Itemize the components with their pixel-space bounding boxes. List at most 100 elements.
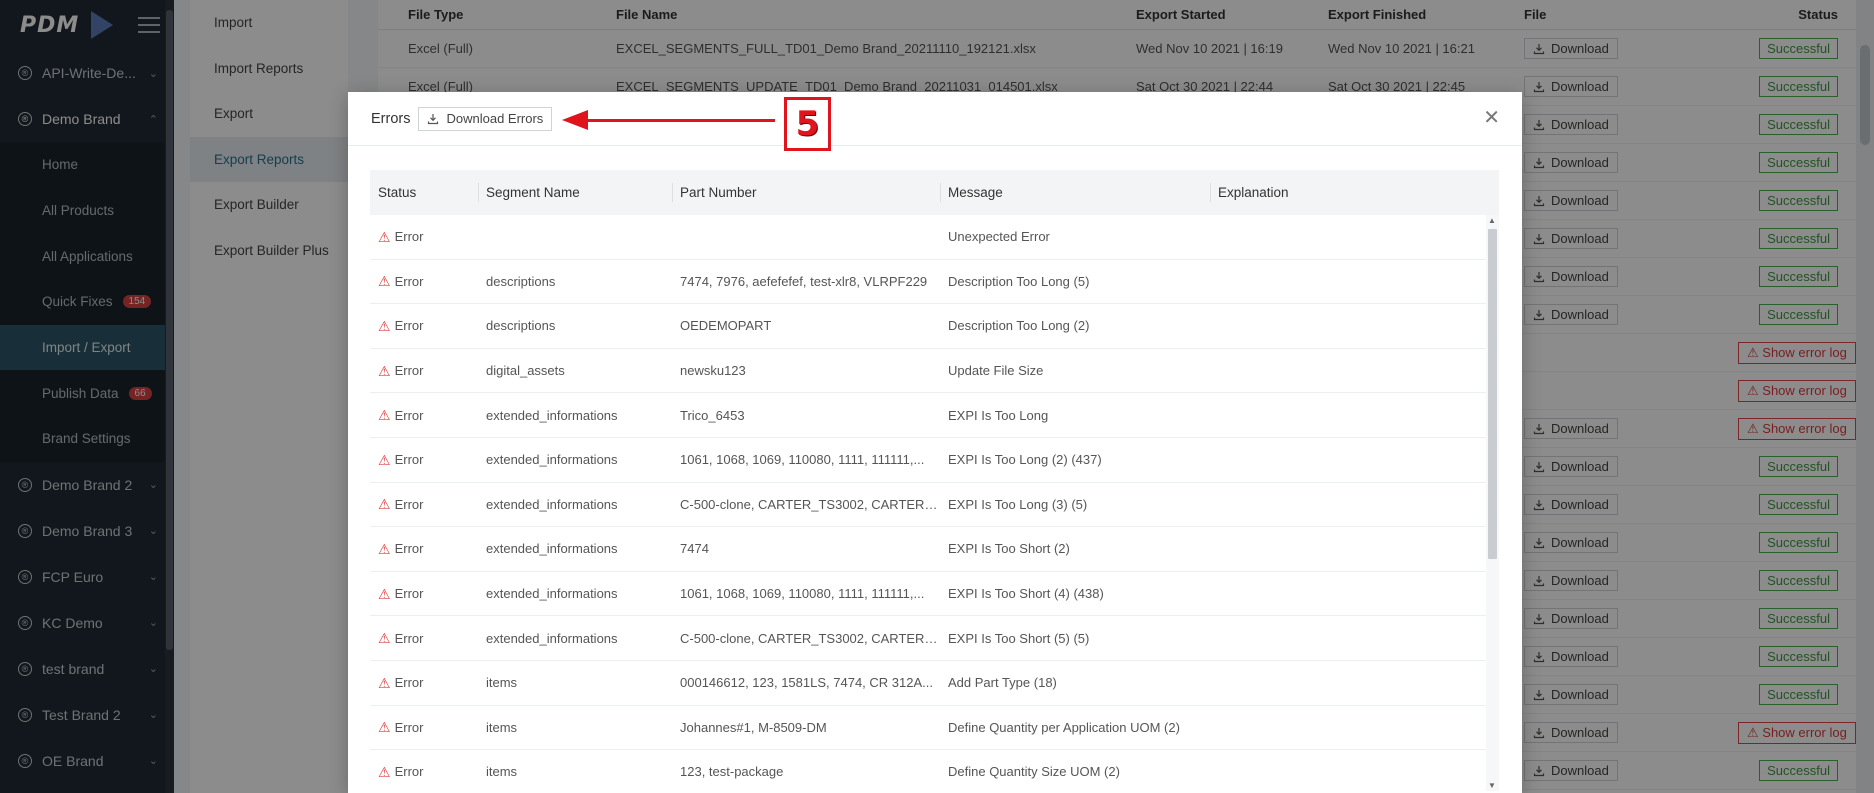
- status-label: Error: [394, 273, 424, 289]
- message-cell: Define Quantity Size UOM (2): [948, 764, 1120, 780]
- error-row: ⚠ Error extended_informations 1061, 1068, 1…: [370, 438, 1499, 483]
- segment-cell: digital_assets: [486, 363, 565, 379]
- status-label: Error: [394, 630, 424, 646]
- warning-icon: ⚠: [378, 452, 391, 468]
- segment-cell: descriptions: [486, 273, 556, 289]
- segment-cell: items: [486, 719, 518, 735]
- warning-icon: ⚠: [378, 273, 391, 289]
- message-cell: EXPI Is Too Short (5) (5): [948, 630, 1090, 646]
- error-row: ⚠ Error extended_informations Trico_6453 EXP…: [370, 393, 1499, 438]
- status-label: Error: [394, 496, 424, 512]
- message-cell: Define Quantity per Application UOM (2): [948, 719, 1180, 735]
- warning-icon: ⚠: [378, 541, 391, 557]
- errors-modal: Errors Download Errors ✕ Status Segment …: [348, 92, 1522, 793]
- part-number-cell: C-500-clone, CARTER_TS3002, CARTER_...: [680, 630, 940, 646]
- errors-table: Status Segment Name Part Number Message …: [370, 170, 1499, 791]
- part-number-cell: 7474: [680, 541, 709, 557]
- status-label: Error: [394, 363, 424, 379]
- part-number-cell: Trico_6453: [680, 407, 745, 423]
- warning-icon: ⚠: [378, 318, 391, 334]
- error-row: ⚠ Error items 000146612, 123, 1581LS, 7474,…: [370, 661, 1499, 706]
- col-message: Message: [940, 170, 1210, 215]
- error-row: ⚠ Error items 123, test-package Define Quant…: [370, 750, 1499, 791]
- message-cell: EXPI Is Too Long: [948, 407, 1049, 423]
- warning-icon: ⚠: [378, 363, 391, 379]
- part-number-cell: newsku123: [680, 363, 746, 379]
- message-cell: Update File Size: [948, 363, 1044, 379]
- message-cell: Add Part Type (18): [948, 675, 1057, 691]
- segment-cell: descriptions: [486, 318, 556, 334]
- error-row: ⚠ Error extended_informations C-500-clone, …: [370, 483, 1499, 528]
- warning-icon: ⚠: [378, 675, 391, 691]
- status-label: Error: [394, 229, 424, 245]
- annotation-arrow-head: [562, 110, 588, 130]
- part-number-cell: 7474, 7976, aefefefef, test-xlr8, VLRPF2…: [680, 273, 928, 289]
- scroll-up-icon[interactable]: ▲: [1488, 216, 1496, 225]
- message-cell: EXPI Is Too Short (4) (438): [948, 586, 1104, 602]
- errors-table-scrollbar[interactable]: ▲ ▼: [1486, 215, 1499, 791]
- message-cell: EXPI Is Too Long (2) (437): [948, 452, 1102, 468]
- col-status: Status: [378, 185, 417, 200]
- status-cell: ⚠ Error: [370, 720, 478, 735]
- error-row: ⚠ Error extended_informations 1061, 1068, 1…: [370, 572, 1499, 617]
- status-label: Error: [394, 452, 424, 468]
- annotation-step-number: 5: [795, 104, 820, 144]
- status-cell: ⚠ Error: [370, 764, 478, 779]
- message-cell: Description Too Long (5): [948, 273, 1090, 289]
- part-number-cell: C-500-clone, CARTER_TS3002, CARTER_...: [680, 496, 940, 512]
- status-label: Error: [394, 586, 424, 602]
- status-cell: ⚠ Error: [370, 408, 478, 423]
- status-label: Error: [394, 407, 424, 423]
- errors-table-body: ⚠ Error Unexpected Error ⚠ Error descriptions…: [370, 215, 1499, 791]
- warning-icon: ⚠: [378, 496, 391, 512]
- status-cell: ⚠ Error: [370, 675, 478, 690]
- part-number-cell: OEDEMOPART: [680, 318, 772, 334]
- modal-title: Errors: [371, 110, 411, 127]
- message-cell: EXPI Is Too Long (3) (5): [948, 496, 1088, 512]
- error-row: ⚠ Error extended_informations 7474 EXPI Is T…: [370, 527, 1499, 572]
- col-explanation: Explanation: [1210, 170, 1499, 215]
- download-errors-label: Download Errors: [446, 111, 544, 126]
- status-cell: ⚠ Error: [370, 363, 478, 378]
- segment-cell: extended_informations: [486, 407, 618, 423]
- status-cell: ⚠ Error: [370, 541, 478, 556]
- status-cell: ⚠ Error: [370, 229, 478, 244]
- warning-icon: ⚠: [378, 764, 391, 780]
- download-icon: [428, 113, 439, 124]
- download-errors-button[interactable]: Download Errors: [418, 106, 553, 131]
- part-number-cell: 1061, 1068, 1069, 110080, 1111, 111111,.…: [680, 586, 925, 602]
- segment-cell: extended_informations: [486, 630, 618, 646]
- message-cell: Description Too Long (2): [948, 318, 1090, 334]
- status-cell: ⚠ Error: [370, 586, 478, 601]
- part-number-cell: 1061, 1068, 1069, 110080, 1111, 111111,.…: [680, 452, 925, 468]
- error-row: ⚠ Error digital_assets newsku123 Update File…: [370, 349, 1499, 394]
- status-label: Error: [394, 541, 424, 557]
- error-row: ⚠ Error extended_informations C-500-clone, …: [370, 616, 1499, 661]
- col-segment-name: Segment Name: [478, 170, 672, 215]
- part-number-cell: 000146612, 123, 1581LS, 7474, CR 312A...: [680, 675, 933, 691]
- status-cell: ⚠ Error: [370, 497, 478, 512]
- segment-cell: items: [486, 764, 518, 780]
- col-part-number: Part Number: [672, 170, 940, 215]
- segment-cell: extended_informations: [486, 452, 618, 468]
- modal-header: Errors Download Errors: [348, 92, 1522, 146]
- error-row: ⚠ Error descriptions OEDEMOPART Description …: [370, 304, 1499, 349]
- close-icon[interactable]: ✕: [1483, 108, 1500, 128]
- part-number-cell: 123, test-package: [680, 764, 784, 780]
- warning-icon: ⚠: [378, 630, 391, 646]
- status-cell: ⚠ Error: [370, 318, 478, 333]
- segment-cell: extended_informations: [486, 586, 618, 602]
- warning-icon: ⚠: [378, 407, 391, 423]
- scroll-down-icon[interactable]: ▼: [1488, 781, 1496, 790]
- annotation-step-box: 5: [784, 97, 831, 151]
- warning-icon: ⚠: [378, 586, 391, 602]
- error-row: ⚠ Error items Johannes#1, M-8509-DM Define Q…: [370, 706, 1499, 751]
- annotation-arrow-line: [585, 119, 775, 122]
- error-row: ⚠ Error Unexpected Error: [370, 215, 1499, 260]
- status-label: Error: [394, 719, 424, 735]
- errors-table-header: Status Segment Name Part Number Message …: [370, 170, 1499, 215]
- segment-cell: extended_informations: [486, 496, 618, 512]
- status-label: Error: [394, 675, 424, 691]
- message-cell: Unexpected Error: [948, 229, 1050, 245]
- status-label: Error: [394, 318, 424, 334]
